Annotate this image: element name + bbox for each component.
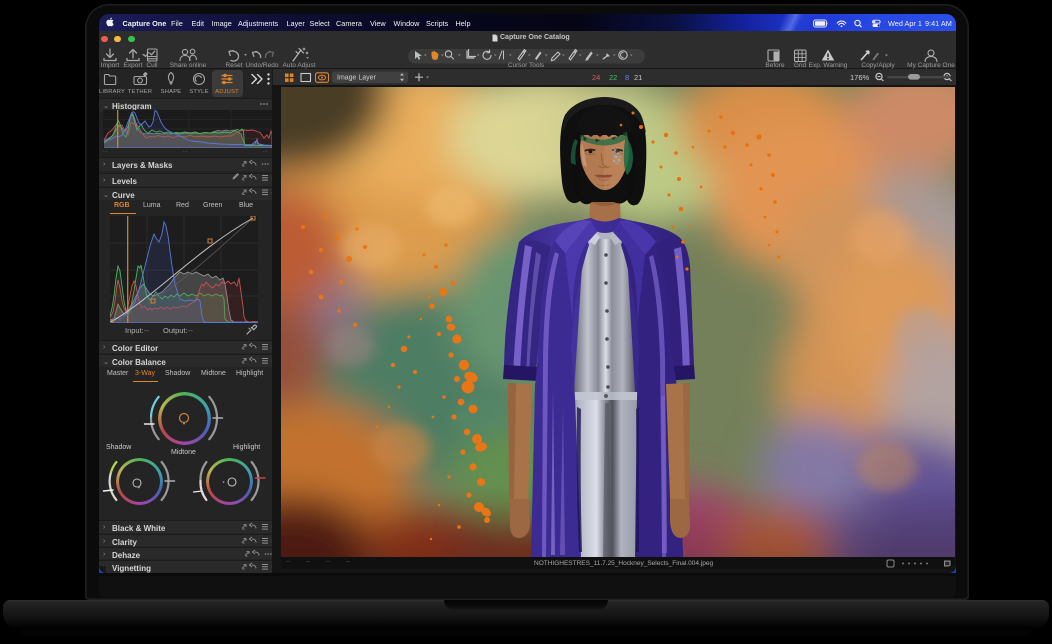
- svg-text:21: 21: [634, 73, 642, 82]
- svg-text:22: 22: [609, 73, 617, 82]
- svg-text:24: 24: [592, 73, 600, 82]
- svg-text:8: 8: [625, 73, 629, 82]
- svg-text:176%: 176%: [850, 73, 870, 82]
- svg-text:Image Layer: Image Layer: [337, 75, 377, 82]
